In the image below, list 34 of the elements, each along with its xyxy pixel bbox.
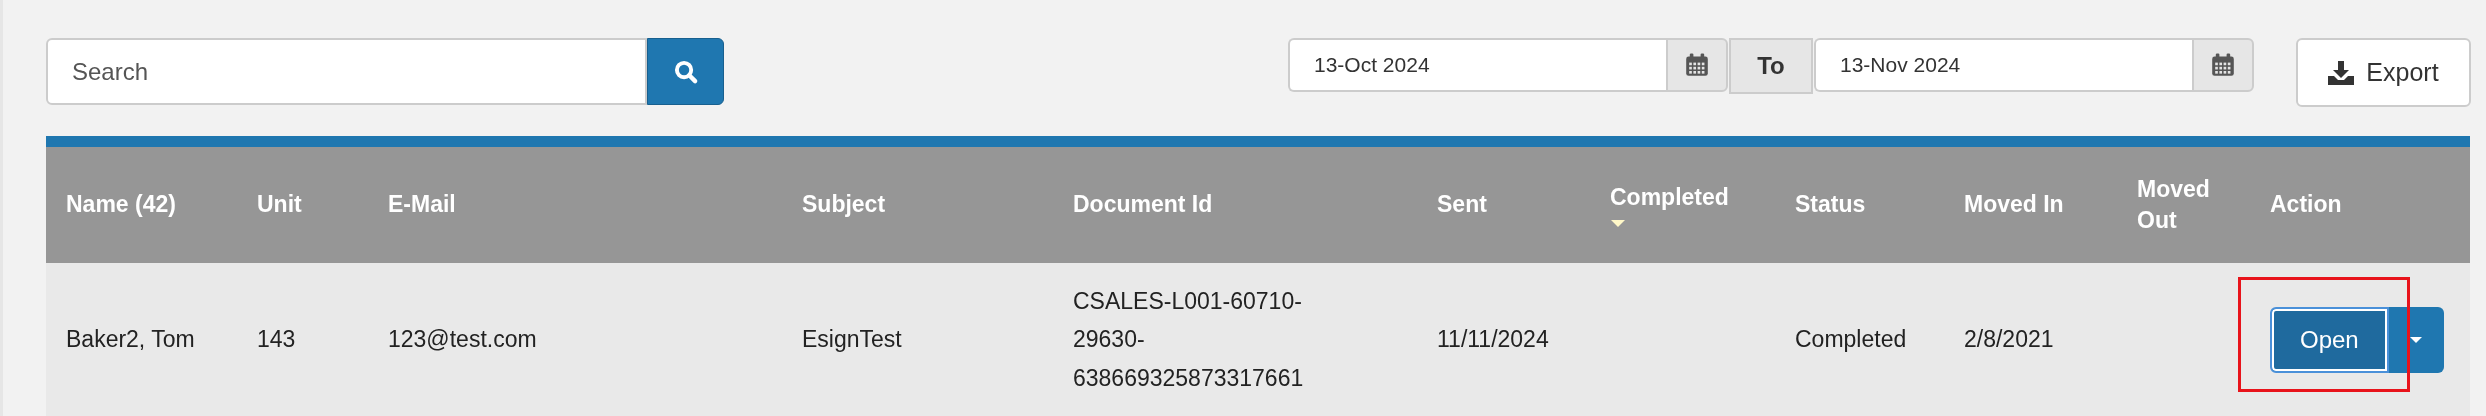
column-header[interactable]: Moved Out bbox=[2137, 173, 2250, 237]
calendar-button[interactable] bbox=[2192, 38, 2254, 92]
column-header[interactable]: Action bbox=[2270, 189, 2470, 221]
column-header[interactable]: Subject bbox=[802, 189, 1053, 221]
table-cell: 143 bbox=[257, 326, 296, 353]
download-icon bbox=[2328, 60, 2355, 85]
calendar-button[interactable] bbox=[1666, 38, 1728, 92]
export-button[interactable]: Export bbox=[2296, 38, 2471, 107]
search-button[interactable] bbox=[647, 38, 724, 105]
range-label: To bbox=[1729, 38, 1813, 94]
dropdown-button[interactable] bbox=[2388, 306, 2444, 373]
calendar-icon bbox=[1685, 53, 1709, 77]
table-cell-text: CSALES-L001-60710-29630-638669325873317661 bbox=[1073, 286, 1305, 393]
caret-icon bbox=[2409, 335, 2424, 344]
start-date-field[interactable]: 13-Oct 2024 bbox=[1288, 38, 1666, 92]
table-cell: Baker2, Tom bbox=[66, 326, 195, 353]
column-header[interactable]: Document Id bbox=[1073, 189, 1417, 221]
search-field[interactable]: Search bbox=[46, 38, 647, 105]
column-header[interactable]: Moved In bbox=[1964, 189, 2117, 221]
table-cell: Completed bbox=[1795, 326, 1907, 353]
search-icon bbox=[672, 58, 699, 85]
column-header[interactable]: Name (42) bbox=[66, 189, 237, 221]
table-cell: 2/8/2021 bbox=[1964, 326, 2054, 353]
table-cell: 123@test.com bbox=[388, 326, 537, 353]
column-header[interactable]: E-Mail bbox=[388, 189, 782, 221]
column-header[interactable]: Unit bbox=[257, 189, 368, 221]
table-cell: EsignTest bbox=[802, 326, 902, 353]
calendar-icon bbox=[2211, 53, 2235, 77]
column-header[interactable]: Sent bbox=[1437, 189, 1590, 221]
open-button[interactable]: Open bbox=[2270, 306, 2389, 373]
table-cell: 11/11/2024 bbox=[1437, 326, 1549, 353]
column-header[interactable]: Status bbox=[1795, 189, 1944, 221]
end-date-field[interactable]: 13-Nov 2024 bbox=[1814, 38, 2192, 92]
column-header[interactable]: Completed bbox=[1610, 181, 1775, 213]
